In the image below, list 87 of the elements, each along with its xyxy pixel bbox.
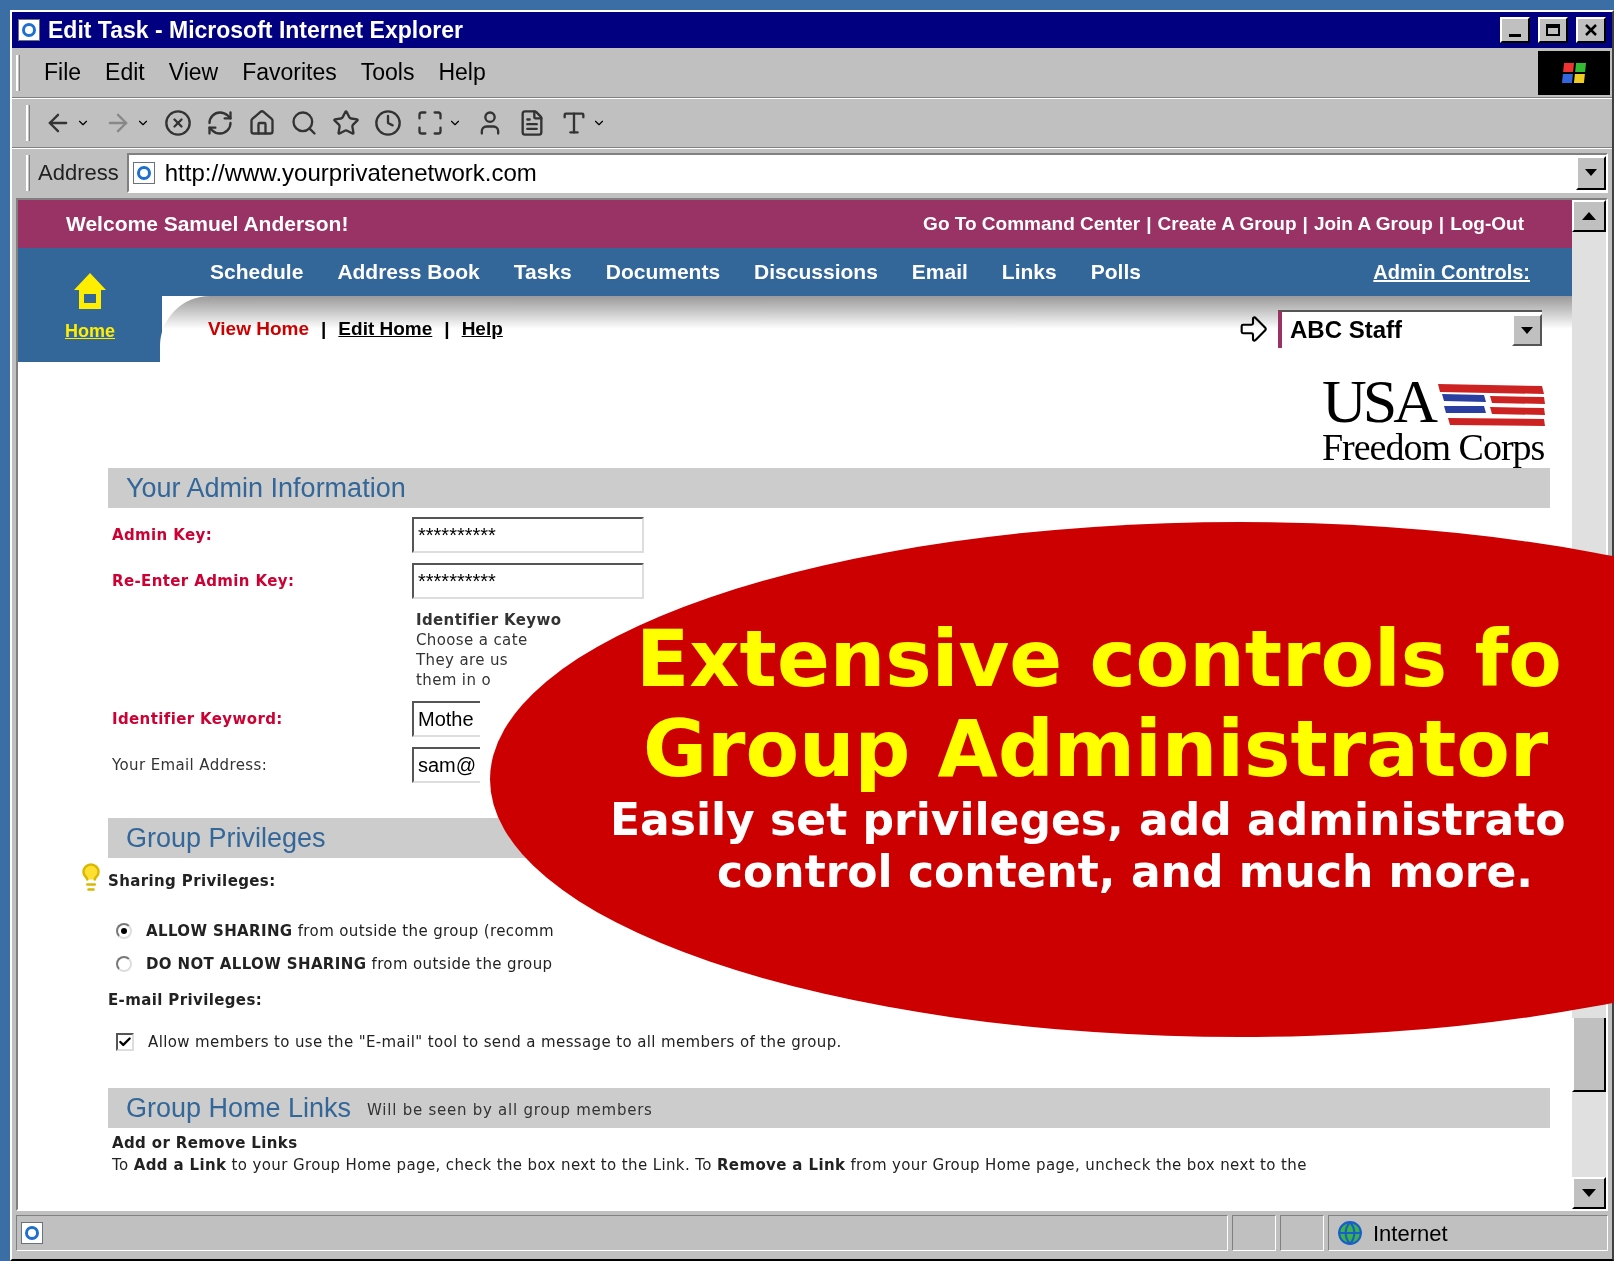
nav-link[interactable]: Tasks [513,256,572,288]
zone-text: Internet [1373,1219,1448,1248]
checkbox[interactable] [116,1033,134,1052]
help-text: They are us [416,650,509,670]
stop-icon[interactable] [164,109,192,137]
clock-icon[interactable] [374,109,402,137]
help-text: Choose a cate [416,630,529,650]
page-icon [21,1222,43,1244]
search-icon[interactable] [290,109,318,137]
address-field[interactable]: http://www.yourprivatenetwork.com [126,152,1608,193]
nav-link[interactable]: Email [911,256,968,288]
address-label: Address [38,159,119,187]
page-icon [132,161,155,184]
links-heading: Add or Remove Links [112,1132,299,1154]
promo-headline: Extensive controls fo [636,614,1563,704]
separator-text: | [1146,211,1152,236]
nav-link[interactable]: Polls [1090,256,1141,288]
group-select[interactable]: ABC Staff [1278,310,1542,348]
header-link[interactable]: Create A Group [1157,209,1297,239]
subnav-link[interactable]: View Home [208,314,310,344]
header-link[interactable]: Go To Command Center [923,209,1141,239]
browser-logo-icon [18,19,40,41]
radio-button[interactable] [116,923,132,939]
text-field[interactable]: Mothe [412,701,480,737]
window-title: Edit Task - Microsoft Internet Explorer [48,15,464,45]
subnav-link[interactable]: Edit Home [338,314,433,344]
section-title: Group Privileges [126,825,326,852]
promo-subline: control content, and much more. [717,846,1534,898]
nav-link[interactable]: Discussions [754,256,878,288]
promo-headline: Group Administrator [643,704,1550,794]
subnav-link[interactable]: Help [461,314,503,344]
field-label: Admin Key: [111,524,214,546]
admin-controls-link[interactable]: Admin Controls: [1373,257,1530,287]
field-label: Your Email Address: [111,754,269,776]
nav-link[interactable]: Schedule [210,256,304,288]
separator-text: | [444,316,450,341]
field-label: Re-Enter Admin Key: [111,570,296,592]
section-title: Group Home Links [126,1094,352,1122]
promo-subline: Easily set privileges, add administrato [610,794,1566,846]
email-privileges-label: E-mail Privileges: [108,989,263,1011]
separator-text: | [321,316,327,341]
home-link[interactable]: Home [65,317,115,345]
menu-item[interactable]: Tools [354,55,421,90]
star-icon[interactable] [332,109,360,137]
help-text: them in o [416,670,492,690]
status-pane [1280,1215,1324,1251]
option-text: ALLOW SHARING from outside the group (recomm [146,920,554,942]
separator-text: | [1438,211,1445,236]
help-text: Identifier Keywo [416,610,563,630]
links-description: To Add a Link to your Group Home page, check the box next to the Link. To Remove a Link from your Group Home page, uncheck the box next to the [112,1155,1308,1176]
section-title: Your Admin Information [126,475,406,502]
home-icon[interactable] [248,109,276,137]
fullscreen-icon[interactable] [416,109,444,137]
sharing-label: Sharing Privileges: [108,871,276,892]
section-subtitle: Will be seen by all group members [367,1100,653,1121]
field-label: Identifier Keyword: [111,708,284,730]
nav-link[interactable]: Documents [605,256,721,288]
scroll-thumb[interactable] [1572,1018,1606,1092]
option-text: DO NOT ALLOW SHARING from outside the group [146,953,553,975]
separator-text: | [1302,211,1308,236]
logo: USA Freedom Corps [1321,370,1546,468]
minimize-button[interactable] [1500,17,1530,43]
scroll-down-button[interactable] [1572,1177,1606,1209]
text-field[interactable]: sam@ [412,747,480,783]
maximize-button[interactable] [1538,17,1568,43]
globe-icon [1337,1220,1363,1246]
radio-button[interactable] [116,956,132,972]
menu-item[interactable]: Edit [99,55,151,90]
header-link[interactable]: Join A Group [1313,209,1433,239]
nav-link[interactable]: Address Book [337,256,480,288]
checkbox-label: Allow members to use the "E-mail" tool to send a message to all members of the group. [148,1032,842,1053]
menu-item[interactable]: Favorites [236,55,343,90]
menu-item[interactable]: View [162,55,225,90]
nav-link[interactable]: Links [1001,256,1057,288]
refresh-icon[interactable] [206,109,234,137]
text-field[interactable]: ********** [412,563,644,599]
dropdown-button[interactable] [1576,155,1606,190]
menu-item[interactable]: Help [432,55,492,90]
welcome-text: Welcome Samuel Anderson! [66,211,350,238]
close-icon [1584,24,1598,36]
header-link[interactable]: Log-Out [1450,209,1524,239]
windows-logo-icon [1538,50,1610,95]
status-pane [1232,1215,1276,1251]
text-field[interactable]: ********** [412,517,644,553]
close-button[interactable] [1576,17,1606,43]
menu-item[interactable]: File [38,55,88,90]
scroll-up-button[interactable] [1572,200,1606,232]
